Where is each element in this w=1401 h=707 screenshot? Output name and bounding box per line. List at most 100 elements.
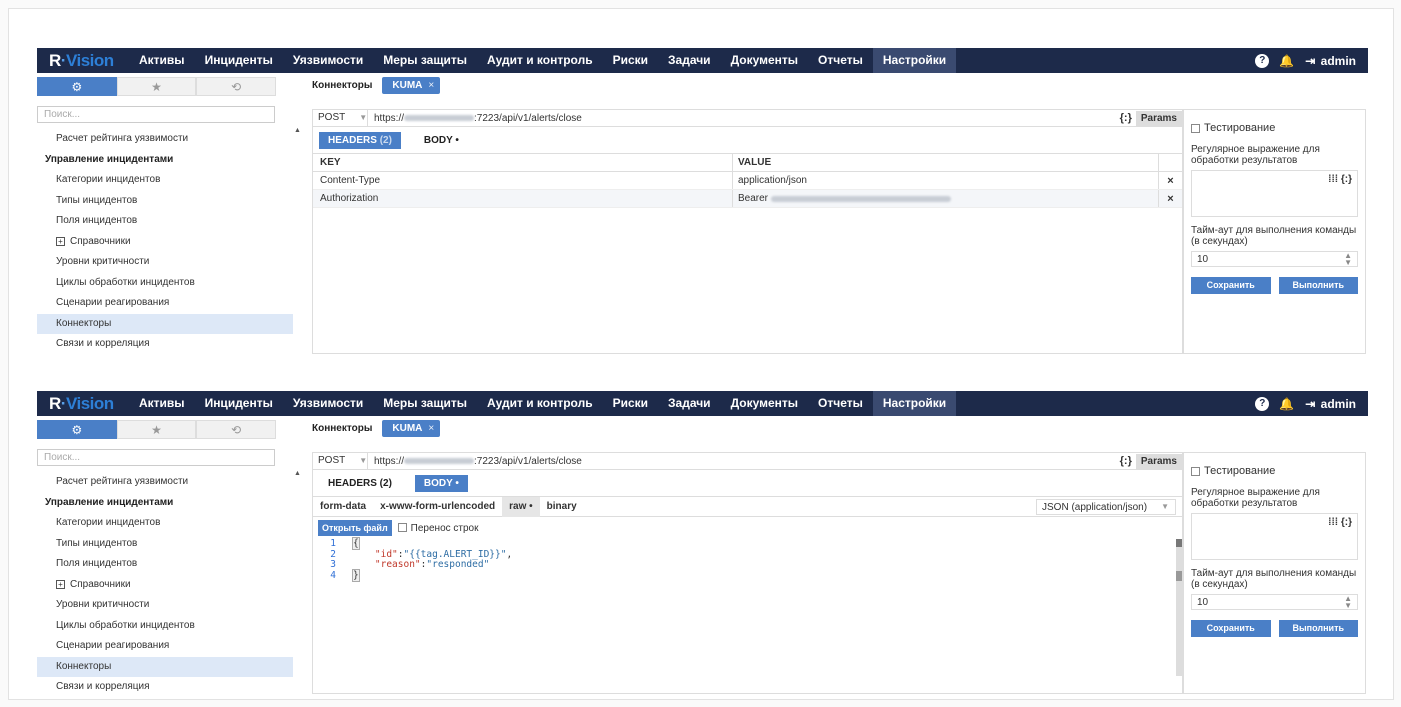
nav-vulnerabilities[interactable]: Уязвимости (283, 48, 373, 73)
nav-audit[interactable]: Аудит и контроль (477, 391, 603, 416)
sidebar-item-connectors[interactable]: Коннекторы (37, 656, 293, 677)
tab-kuma[interactable]: KUMA × (382, 419, 441, 437)
logo[interactable]: R·Vision (37, 51, 129, 71)
regex-textarea[interactable]: ⁞⁞⁞ {:} (1191, 170, 1358, 217)
sidebar-item-vuln-rating[interactable]: Расчет рейтинга уязвимости (37, 472, 293, 493)
bell-icon[interactable]: 🔔 (1279, 397, 1294, 411)
bell-icon[interactable]: 🔔 (1279, 54, 1294, 68)
open-file-button[interactable]: Открыть файл (318, 520, 392, 536)
nav-reports[interactable]: Отчеты (808, 48, 873, 73)
nav-assets[interactable]: Активы (129, 48, 195, 73)
header-key-input[interactable]: Content-Type (313, 172, 733, 189)
history-icon[interactable]: ⟲ (196, 76, 277, 96)
user-menu[interactable]: ⇥ admin (1303, 54, 1356, 68)
nav-audit[interactable]: Аудит и контроль (477, 48, 603, 73)
code-editor[interactable]: 1{ 2 "id":"{{tag.ALERT_ID}}", 3 "reason"… (313, 537, 1182, 676)
scroll-thumb[interactable] (1176, 539, 1182, 547)
delete-icon[interactable]: × (1159, 175, 1182, 187)
params-button[interactable]: Params (1135, 110, 1182, 126)
sidebar-item-cycles[interactable]: Циклы обработки инцидентов (37, 273, 293, 294)
sidebar-item-cycles[interactable]: Циклы обработки инцидентов (37, 616, 293, 637)
editor-scrollbar[interactable] (1176, 539, 1182, 676)
params-button[interactable]: Params (1135, 453, 1182, 469)
save-button[interactable]: Сохранить (1191, 620, 1271, 637)
body-type-raw[interactable]: raw • (502, 496, 540, 517)
regex-textarea[interactable]: ⁞⁞⁞ {:} (1191, 513, 1358, 560)
variables-icon[interactable]: ⁞⁞⁞ {:} (1328, 517, 1352, 528)
tab-body[interactable]: BODY • (414, 474, 468, 492)
nav-risks[interactable]: Риски (603, 48, 658, 73)
sidebar-group-incidents[interactable]: Управление инцидентами (37, 150, 293, 171)
tab-kuma[interactable]: KUMA × (382, 76, 441, 94)
scroll-up-icon[interactable]: ▲ (294, 470, 301, 477)
nav-settings[interactable]: Настройки (872, 48, 957, 73)
sidebar-item-types[interactable]: Типы инцидентов (37, 534, 293, 555)
sidebar-item-dictionaries[interactable]: + Справочники (37, 232, 293, 253)
method-select[interactable]: POST ▼ (313, 453, 368, 469)
sidebar-item-dictionaries[interactable]: + Справочники (37, 575, 293, 596)
nav-assets[interactable]: Активы (129, 391, 195, 416)
nav-protection[interactable]: Меры защиты (373, 48, 477, 73)
sidebar-item-connectors[interactable]: Коннекторы (37, 313, 293, 334)
nav-reports[interactable]: Отчеты (808, 391, 873, 416)
nav-incidents[interactable]: Инциденты (195, 48, 283, 73)
tab-connectors[interactable]: Коннекторы (312, 80, 372, 91)
variables-icon[interactable]: ⁞⁞⁞ {:} (1328, 174, 1352, 185)
stepper-icon[interactable]: ▲ ▼ (1344, 595, 1352, 610)
sidebar-item-categories[interactable]: Категории инцидентов (37, 513, 293, 534)
sidebar-item-fields[interactable]: Поля инцидентов (37, 554, 293, 575)
sidebar-item-criticality[interactable]: Уровни критичности (37, 252, 293, 273)
nav-risks[interactable]: Риски (603, 391, 658, 416)
wrap-lines-toggle[interactable]: Перенос строк (397, 523, 478, 534)
url-input[interactable]: https://:7223/api/v1/alerts/close (368, 113, 1120, 124)
history-icon[interactable]: ⟲ (196, 419, 277, 439)
testing-checkbox[interactable]: Тестирование (1191, 122, 1358, 136)
testing-checkbox[interactable]: Тестирование (1191, 465, 1358, 479)
sidebar-item-relations[interactable]: Связи и корреляция (37, 677, 293, 698)
sidebar-item-categories[interactable]: Категории инцидентов (37, 170, 293, 191)
checkbox[interactable] (1191, 123, 1200, 133)
run-button[interactable]: Выполнить (1278, 620, 1358, 637)
help-icon[interactable]: ? (1255, 53, 1270, 68)
settings-icon[interactable]: ⚙ (37, 76, 117, 96)
settings-icon[interactable]: ⚙ (37, 419, 117, 439)
logo[interactable]: R·Vision (37, 394, 129, 414)
close-icon[interactable]: × (428, 423, 434, 434)
tab-headers[interactable]: HEADERS (2) (319, 475, 401, 492)
body-type-form-data[interactable]: form-data (313, 497, 373, 517)
sidebar-item-fields[interactable]: Поля инцидентов (37, 211, 293, 232)
search-input[interactable]: Поиск... (37, 449, 275, 466)
nav-vulnerabilities[interactable]: Уязвимости (283, 391, 373, 416)
run-button[interactable]: Выполнить (1278, 277, 1358, 294)
body-type-urlencoded[interactable]: x-www-form-urlencoded (373, 497, 502, 517)
tab-connectors[interactable]: Коннекторы (312, 423, 372, 434)
sidebar-item-criticality[interactable]: Уровни критичности (37, 595, 293, 616)
content-type-select[interactable]: JSON (application/json) ▼ (1036, 498, 1176, 515)
nav-documents[interactable]: Документы (721, 48, 808, 73)
timeout-input[interactable]: 10 ▲ ▼ (1191, 251, 1358, 267)
sidebar-item-types[interactable]: Типы инцидентов (37, 191, 293, 212)
nav-documents[interactable]: Документы (721, 391, 808, 416)
expand-icon[interactable]: + (56, 579, 65, 589)
delete-icon[interactable]: × (1159, 193, 1182, 205)
save-button[interactable]: Сохранить (1191, 277, 1271, 294)
help-icon[interactable]: ? (1255, 396, 1270, 411)
search-input[interactable]: Поиск... (37, 106, 275, 123)
tab-headers[interactable]: HEADERS (2) (319, 131, 401, 149)
nav-incidents[interactable]: Инциденты (195, 391, 283, 416)
nav-protection[interactable]: Меры защиты (373, 391, 477, 416)
sidebar-item-vuln-rating[interactable]: Расчет рейтинга уязвимости (37, 129, 293, 150)
close-icon[interactable]: × (428, 80, 434, 91)
tab-body[interactable]: BODY • (415, 132, 468, 149)
nav-tasks[interactable]: Задачи (658, 48, 721, 73)
url-input[interactable]: https://:7223/api/v1/alerts/close (368, 456, 1120, 467)
user-menu[interactable]: ⇥ admin (1303, 397, 1356, 411)
sidebar-item-scenarios[interactable]: Сценарии реагирования (37, 636, 293, 657)
header-value-input[interactable]: Bearer (733, 190, 1159, 207)
scroll-up-icon[interactable]: ▲ (294, 127, 301, 134)
body-type-binary[interactable]: binary (540, 497, 584, 517)
checkbox[interactable] (1191, 466, 1200, 476)
nav-settings[interactable]: Настройки (872, 391, 957, 416)
sidebar-item-relations[interactable]: Связи и корреляция (37, 334, 293, 355)
sidebar-group-incidents[interactable]: Управление инцидентами (37, 493, 293, 514)
